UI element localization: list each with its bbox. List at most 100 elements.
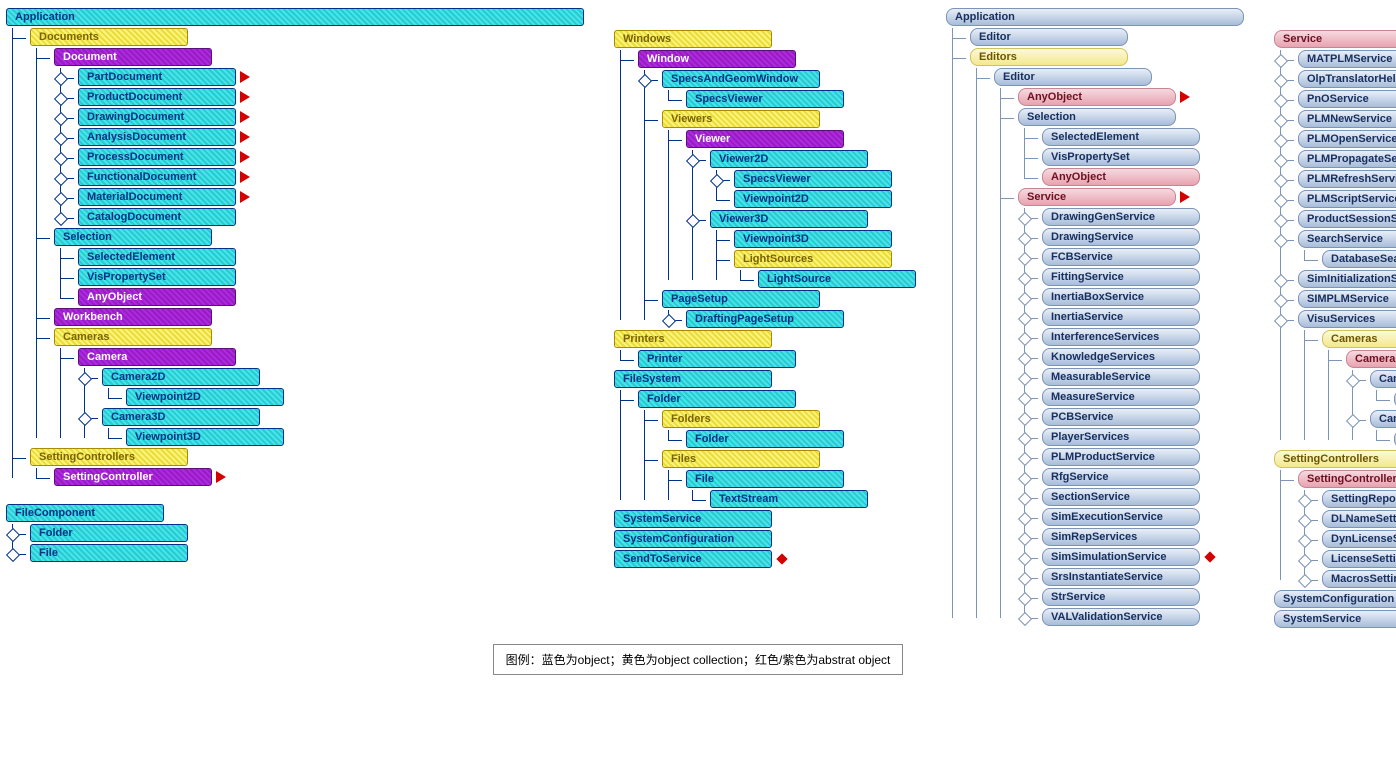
node-r-measureservice[interactable]: MeasureService (1042, 388, 1200, 406)
node-specsviewer[interactable]: SpecsViewer (686, 90, 844, 108)
node-pagesetup[interactable]: PageSetup (662, 290, 820, 308)
node-r-olptranslatorhelper[interactable]: OlpTranslatorHelper (1298, 70, 1396, 88)
node-printer[interactable]: Printer (638, 350, 796, 368)
node-document[interactable]: Document (54, 48, 212, 66)
node-r-settingcontroller[interactable]: SettingController (1298, 470, 1396, 488)
node-specsandgeomwindow[interactable]: SpecsAndGeomWindow (662, 70, 820, 88)
node-viewer[interactable]: Viewer (686, 130, 844, 148)
node-camera2d[interactable]: Camera2D (102, 368, 260, 386)
node-r-measurableservice[interactable]: MeasurableService (1042, 368, 1200, 386)
node-r-systemservice[interactable]: SystemService (1274, 610, 1396, 628)
node-r-productsessionservice[interactable]: ProductSessionService (1298, 210, 1396, 228)
node-r-anyobject[interactable]: AnyObject (1018, 88, 1176, 106)
node-lightsources[interactable]: LightSources (734, 250, 892, 268)
node-r-matplmservice[interactable]: MATPLMService (1298, 50, 1396, 68)
node-application[interactable]: Application (6, 8, 584, 26)
node-partdocument[interactable]: PartDocument (78, 68, 236, 86)
node-viewpoint2d-b[interactable]: Viewpoint2D (734, 190, 892, 208)
node-r-drawingservice[interactable]: DrawingService (1042, 228, 1200, 246)
node-files[interactable]: Files (662, 450, 820, 468)
node-anyobject[interactable]: AnyObject (78, 288, 236, 306)
node-file[interactable]: File (30, 544, 188, 562)
node-r-visuservices[interactable]: VisuServices (1298, 310, 1396, 328)
node-folder-c[interactable]: Folder (686, 430, 844, 448)
node-r-knowledgeservices[interactable]: KnowledgeServices (1042, 348, 1200, 366)
node-r-searchservice[interactable]: SearchService (1298, 230, 1396, 248)
node-r-camera3d[interactable]: Camera3D (1370, 410, 1396, 428)
node-windows[interactable]: Windows (614, 30, 772, 48)
node-r-pcbservice[interactable]: PCBService (1042, 408, 1200, 426)
node-functionaldocument[interactable]: FunctionalDocument (78, 168, 236, 186)
node-r-editor[interactable]: Editor (970, 28, 1128, 46)
node-printers[interactable]: Printers (614, 330, 772, 348)
node-r-settingcontrollers[interactable]: SettingControllers (1274, 450, 1396, 468)
node-viewers[interactable]: Viewers (662, 110, 820, 128)
node-r-inertiaservice[interactable]: InertiaService (1042, 308, 1200, 326)
node-folder[interactable]: Folder (30, 524, 188, 542)
node-productdocument[interactable]: ProductDocument (78, 88, 236, 106)
node-r-simexecutionservice[interactable]: SimExecutionService (1042, 508, 1200, 526)
node-folder-b[interactable]: Folder (638, 390, 796, 408)
node-documents[interactable]: Documents (30, 28, 188, 46)
node-r-editors[interactable]: Editors (970, 48, 1128, 66)
node-processdocument[interactable]: ProcessDocument (78, 148, 236, 166)
node-specsviewer2[interactable]: SpecsViewer (734, 170, 892, 188)
node-viewer2d[interactable]: Viewer2D (710, 150, 868, 168)
node-systemservice[interactable]: SystemService (614, 510, 772, 528)
node-r-fcbservice[interactable]: FCBService (1042, 248, 1200, 266)
node-folders[interactable]: Folders (662, 410, 820, 428)
node-systemconfiguration[interactable]: SystemConfiguration (614, 530, 772, 548)
node-workbench[interactable]: Workbench (54, 308, 212, 326)
node-r-playerservices[interactable]: PlayerServices (1042, 428, 1200, 446)
node-file-b[interactable]: File (686, 470, 844, 488)
node-r-plmrefreshservice[interactable]: PLMRefreshService (1298, 170, 1396, 188)
node-r-drawinggenservice[interactable]: DrawingGenService (1042, 208, 1200, 226)
node-r-editor2[interactable]: Editor (994, 68, 1152, 86)
node-r-siminitializationservice[interactable]: SimInitializationService (1298, 270, 1396, 288)
node-r-simrepservices[interactable]: SimRepServices (1042, 528, 1200, 546)
node-cameras[interactable]: Cameras (54, 328, 212, 346)
node-r-camera[interactable]: Camera (1346, 350, 1396, 368)
node-settingcontrollers[interactable]: SettingControllers (30, 448, 188, 466)
node-vispropertyset[interactable]: VisPropertySet (78, 268, 236, 286)
node-r-plmnewservice[interactable]: PLMNewService (1298, 110, 1396, 128)
node-r-strservice[interactable]: StrService (1042, 588, 1200, 606)
node-r-selectedelement[interactable]: SelectedElement (1042, 128, 1200, 146)
node-r-fittingservice[interactable]: FittingService (1042, 268, 1200, 286)
node-draftingpagesetup[interactable]: DraftingPageSetup (686, 310, 844, 328)
node-r-settingrepository[interactable]: SettingRepository (1322, 490, 1396, 508)
node-r-systemconfiguration[interactable]: SystemConfiguration (1274, 590, 1396, 608)
node-r-plmproductservice[interactable]: PLMProductService (1042, 448, 1200, 466)
node-r-camera2d[interactable]: Camera2D (1370, 370, 1396, 388)
node-sendtoservice[interactable]: SendToService (614, 550, 772, 568)
node-r-simsimulationservice[interactable]: SimSimulationService (1042, 548, 1200, 566)
node-r-dlnamesettingatt[interactable]: DLNameSettingAtt (1322, 510, 1396, 528)
node-analysisdocument[interactable]: AnalysisDocument (78, 128, 236, 146)
node-r-dynlicensesettingatt[interactable]: DynLicenseSettingAtt (1322, 530, 1396, 548)
node-textstream[interactable]: TextStream (710, 490, 868, 508)
node-r-service2[interactable]: Service (1274, 30, 1396, 48)
node-camera[interactable]: Camera (78, 348, 236, 366)
node-r-plmscriptservice[interactable]: PLMScriptService (1298, 190, 1396, 208)
node-r-selection[interactable]: Selection (1018, 108, 1176, 126)
node-drawingdocument[interactable]: DrawingDocument (78, 108, 236, 126)
node-r-macrossettingatt[interactable]: MacrosSettingAtt (1322, 570, 1396, 588)
node-viewpoint3d-b[interactable]: Viewpoint3D (734, 230, 892, 248)
node-r-valvalidationservice[interactable]: VALValidationService (1042, 608, 1200, 626)
node-r-interferenceservices[interactable]: InterferenceServices (1042, 328, 1200, 346)
node-r-srsinstantiateservice[interactable]: SrsInstantiateService (1042, 568, 1200, 586)
node-catalogdocument[interactable]: CatalogDocument (78, 208, 236, 226)
node-materialdocument[interactable]: MaterialDocument (78, 188, 236, 206)
node-r-databasesearch[interactable]: DatabaseSearch (1322, 250, 1396, 268)
node-r-plmpropagateservice[interactable]: PLMPropagateService (1298, 150, 1396, 168)
node-r-anyobject2[interactable]: AnyObject (1042, 168, 1200, 186)
node-selectedelement[interactable]: SelectedElement (78, 248, 236, 266)
node-r-rfgservice[interactable]: RfgService (1042, 468, 1200, 486)
node-viewpoint2d[interactable]: Viewpoint2D (126, 388, 284, 406)
node-camera3d[interactable]: Camera3D (102, 408, 260, 426)
node-r-service[interactable]: Service (1018, 188, 1176, 206)
node-r-pnoservice[interactable]: PnOService (1298, 90, 1396, 108)
node-r-application[interactable]: Application (946, 8, 1244, 26)
node-r-licensesettingatt[interactable]: LicenseSettingAtt (1322, 550, 1396, 568)
node-r-plmopenservice[interactable]: PLMOpenService (1298, 130, 1396, 148)
